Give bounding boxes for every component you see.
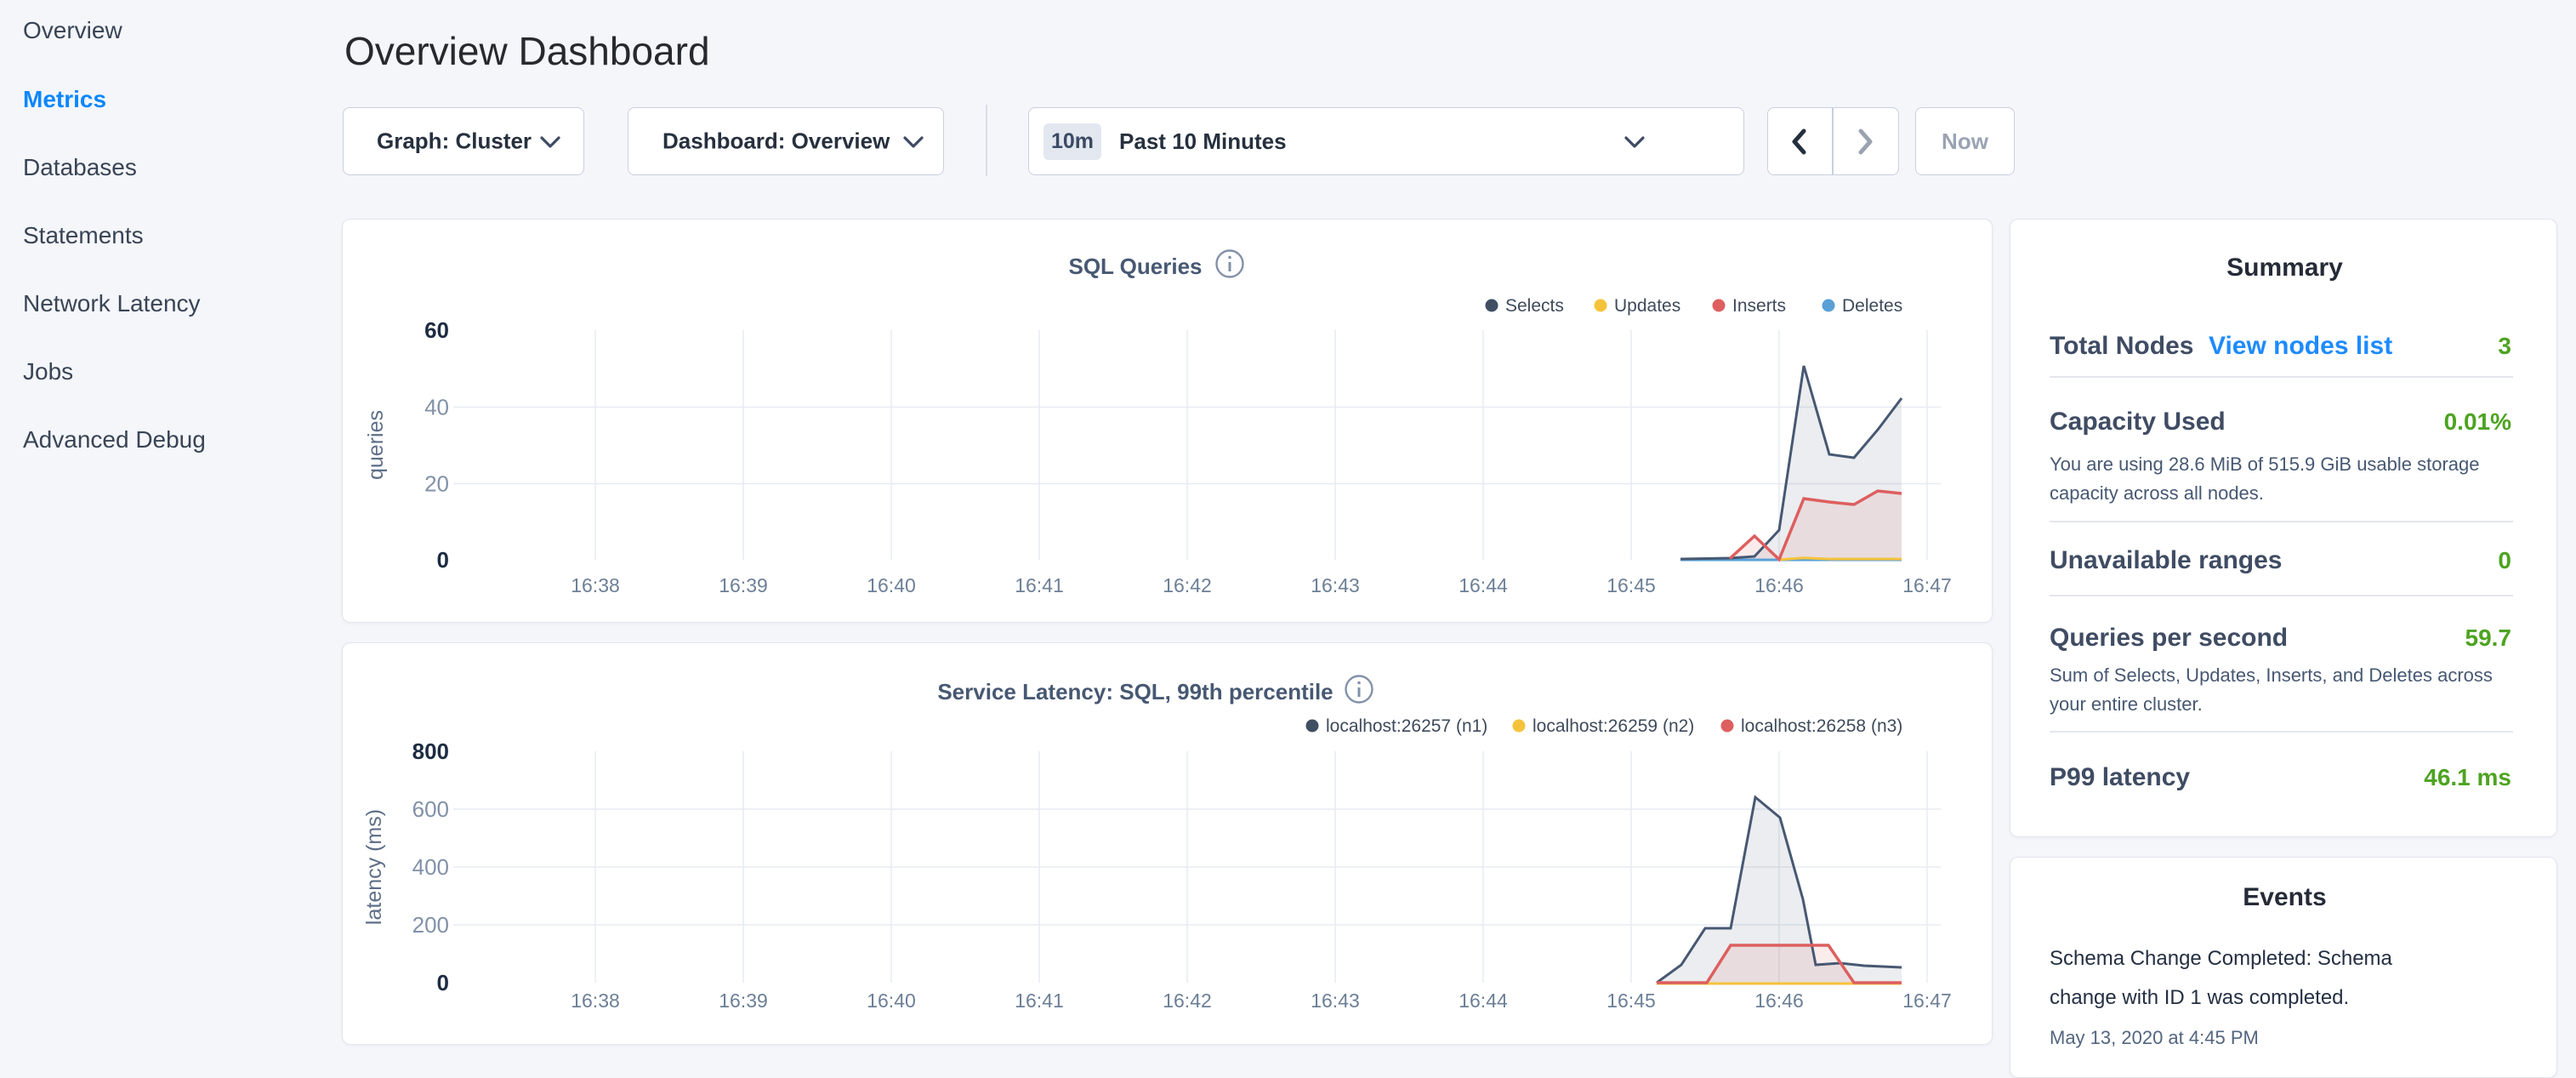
svg-text:Deletes: Deletes: [1842, 296, 1902, 316]
svg-text:40: 40: [424, 395, 449, 420]
svg-text:20: 20: [424, 471, 449, 497]
svg-text:Service Latency: SQL, 99th per: Service Latency: SQL, 99th percentile: [937, 679, 1333, 704]
svg-text:16:45: 16:45: [1606, 990, 1656, 1012]
svg-text:16:39: 16:39: [719, 574, 768, 596]
svg-text:16:47: 16:47: [1902, 574, 1952, 596]
svg-text:16:47: 16:47: [1902, 990, 1952, 1012]
svg-text:16:38: 16:38: [571, 990, 620, 1012]
svg-text:600: 600: [412, 796, 449, 822]
svg-text:SQL Queries: SQL Queries: [1068, 254, 1202, 279]
svg-text:16:42: 16:42: [1163, 574, 1212, 596]
svg-text:localhost:26257 (n1): localhost:26257 (n1): [1326, 716, 1487, 736]
svg-text:16:38: 16:38: [571, 574, 620, 596]
svg-text:16:39: 16:39: [719, 990, 768, 1012]
svg-text:16:41: 16:41: [1015, 574, 1064, 596]
svg-text:800: 800: [412, 739, 449, 764]
svg-text:16:42: 16:42: [1163, 990, 1212, 1012]
svg-text:0: 0: [437, 547, 449, 573]
svg-text:localhost:26259 (n2): localhost:26259 (n2): [1533, 716, 1694, 736]
svg-text:16:40: 16:40: [867, 990, 916, 1012]
svg-text:60: 60: [424, 317, 449, 343]
svg-text:16:44: 16:44: [1459, 990, 1508, 1012]
svg-text:latency (ms): latency (ms): [362, 809, 386, 925]
svg-text:localhost:26258 (n3): localhost:26258 (n3): [1741, 716, 1902, 736]
svg-text:400: 400: [412, 854, 449, 880]
svg-text:200: 200: [412, 912, 449, 938]
svg-text:Inserts: Inserts: [1732, 296, 1786, 316]
svg-text:Selects: Selects: [1505, 296, 1564, 316]
svg-text:16:46: 16:46: [1754, 574, 1804, 596]
svg-text:queries: queries: [364, 410, 388, 480]
svg-text:16:45: 16:45: [1606, 574, 1656, 596]
svg-text:16:46: 16:46: [1754, 990, 1804, 1012]
svg-text:16:43: 16:43: [1311, 574, 1360, 596]
svg-text:Updates: Updates: [1614, 296, 1680, 316]
svg-text:16:44: 16:44: [1459, 574, 1508, 596]
svg-text:16:43: 16:43: [1311, 990, 1360, 1012]
svg-text:0: 0: [437, 970, 449, 995]
svg-text:16:41: 16:41: [1015, 990, 1064, 1012]
svg-text:16:40: 16:40: [867, 574, 916, 596]
